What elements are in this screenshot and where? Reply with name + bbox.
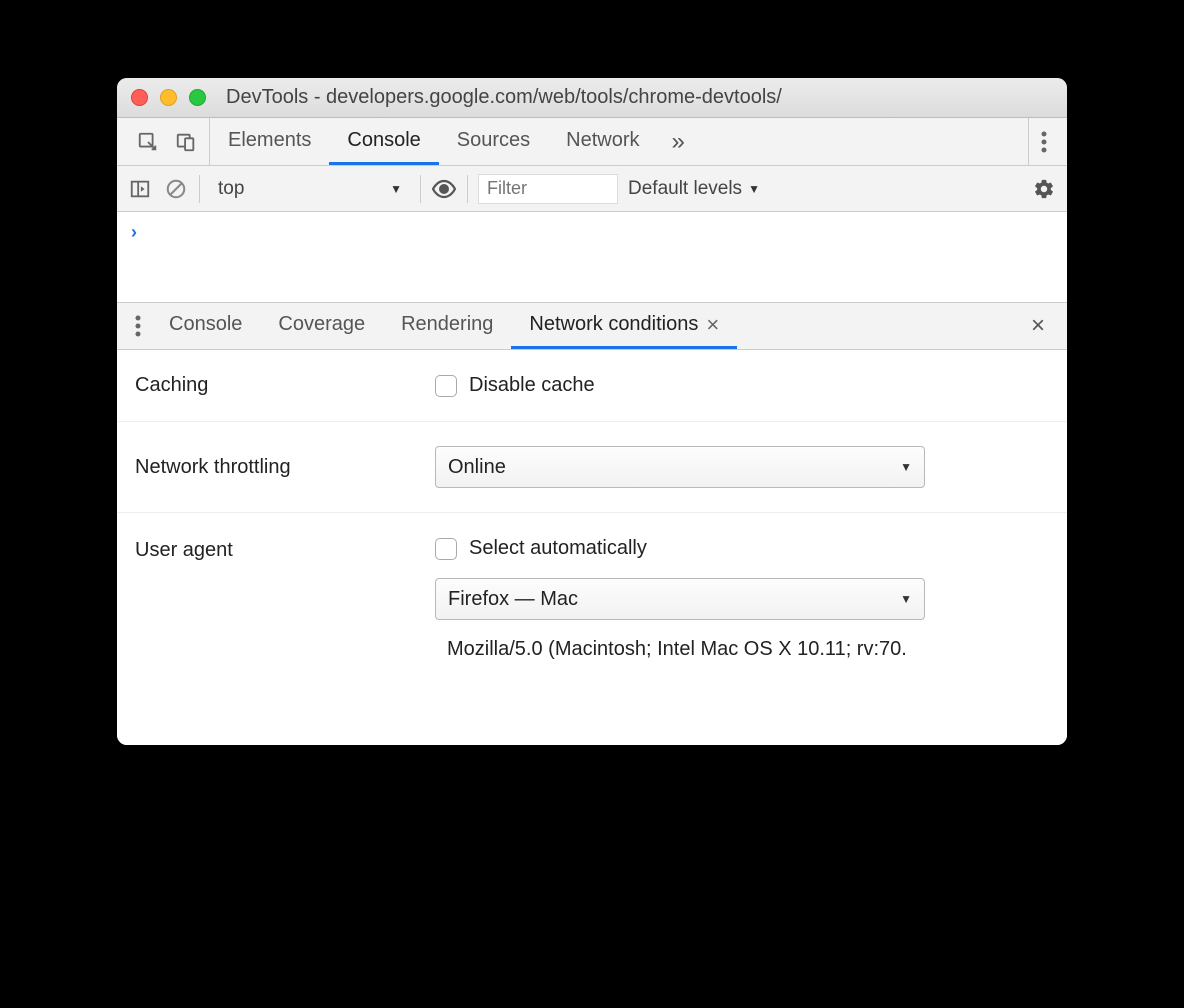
tab-label: Console	[347, 129, 420, 152]
disable-cache-control: Disable cache	[435, 374, 1049, 397]
console-prompt-icon: ›	[131, 222, 137, 242]
close-tab-icon[interactable]: ×	[706, 312, 719, 338]
maximize-window-button[interactable]	[189, 89, 206, 106]
caching-label: Caching	[135, 374, 435, 397]
ua-auto-label: Select automatically	[469, 537, 647, 560]
disable-cache-label: Disable cache	[469, 374, 595, 397]
network-conditions-panel: Caching Disable cache Network throttling…	[117, 350, 1067, 745]
toggle-sidebar-icon[interactable]	[127, 176, 153, 202]
window-title: DevTools - developers.google.com/web/too…	[222, 86, 1053, 109]
user-agent-row: User agent Select automatically Firefox …	[117, 513, 1067, 685]
caching-row: Caching Disable cache	[117, 350, 1067, 422]
close-window-button[interactable]	[131, 89, 148, 106]
ua-auto-checkbox[interactable]	[435, 538, 457, 560]
tab-label: Elements	[228, 129, 311, 152]
main-tabs: Elements Console Sources Network »	[210, 118, 1028, 165]
filter-input[interactable]	[478, 174, 618, 204]
titlebar: DevTools - developers.google.com/web/too…	[117, 78, 1067, 118]
tab-label: Coverage	[278, 313, 365, 336]
minimize-window-button[interactable]	[160, 89, 177, 106]
more-tabs-button[interactable]: »	[658, 118, 699, 165]
tab-sources[interactable]: Sources	[439, 118, 548, 165]
kebab-icon	[1041, 131, 1047, 153]
drawer-tab-network-conditions[interactable]: Network conditions ×	[511, 303, 737, 349]
throttling-select[interactable]: Online ▼	[435, 446, 925, 488]
user-agent-value: Firefox — Mac	[448, 588, 578, 611]
traffic-lights	[131, 89, 206, 106]
caret-down-icon: ▼	[900, 592, 912, 606]
drawer-menu-button[interactable]	[125, 303, 151, 349]
tab-label: Rendering	[401, 313, 493, 336]
tab-label: Console	[169, 313, 242, 336]
live-expression-icon[interactable]	[431, 176, 457, 202]
log-levels-selector[interactable]: Default levels ▼	[628, 178, 760, 200]
divider	[420, 175, 421, 203]
tab-label: Network conditions	[529, 313, 698, 336]
console-body[interactable]: ›	[117, 212, 1067, 302]
throttling-value: Online	[448, 456, 506, 479]
tab-network[interactable]: Network	[548, 118, 657, 165]
throttling-row: Network throttling Online ▼	[117, 422, 1067, 513]
console-toolbar: top ▼ Default levels ▼	[117, 166, 1067, 212]
drawer-tab-coverage[interactable]: Coverage	[260, 303, 383, 349]
tab-label: Sources	[457, 129, 530, 152]
tab-console[interactable]: Console	[329, 118, 438, 165]
console-settings-icon[interactable]	[1031, 176, 1057, 202]
caret-down-icon: ▼	[748, 182, 760, 196]
inspect-element-icon[interactable]	[135, 129, 161, 155]
user-agent-select[interactable]: Firefox — Mac ▼	[435, 578, 925, 620]
toolbar-icon-group	[125, 118, 210, 165]
clear-console-icon[interactable]	[163, 176, 189, 202]
divider	[467, 175, 468, 203]
tab-label: Network	[566, 129, 639, 152]
divider	[199, 175, 200, 203]
main-toolbar: Elements Console Sources Network »	[117, 118, 1067, 166]
user-agent-string: Mozilla/5.0 (Macintosh; Intel Mac OS X 1…	[435, 638, 1049, 661]
devtools-window: DevTools - developers.google.com/web/too…	[117, 78, 1067, 745]
drawer-tab-console[interactable]: Console	[151, 303, 260, 349]
disable-cache-checkbox[interactable]	[435, 375, 457, 397]
close-drawer-button[interactable]: ×	[1017, 303, 1059, 349]
levels-label: Default levels	[628, 178, 742, 200]
caret-down-icon: ▼	[900, 460, 912, 474]
device-toggle-icon[interactable]	[173, 129, 199, 155]
drawer-tab-rendering[interactable]: Rendering	[383, 303, 511, 349]
main-menu-button[interactable]	[1028, 118, 1059, 165]
chevron-double-right-icon: »	[672, 128, 685, 156]
tab-elements[interactable]: Elements	[210, 118, 329, 165]
drawer-tabs: Console Coverage Rendering Network condi…	[117, 302, 1067, 350]
caret-down-icon: ▼	[390, 182, 402, 196]
user-agent-label: User agent	[135, 537, 435, 562]
throttling-label: Network throttling	[135, 456, 435, 479]
close-icon: ×	[1031, 312, 1045, 340]
ua-auto-control: Select automatically	[435, 537, 1049, 560]
context-selector[interactable]: top ▼	[210, 174, 410, 204]
context-value: top	[218, 178, 244, 200]
